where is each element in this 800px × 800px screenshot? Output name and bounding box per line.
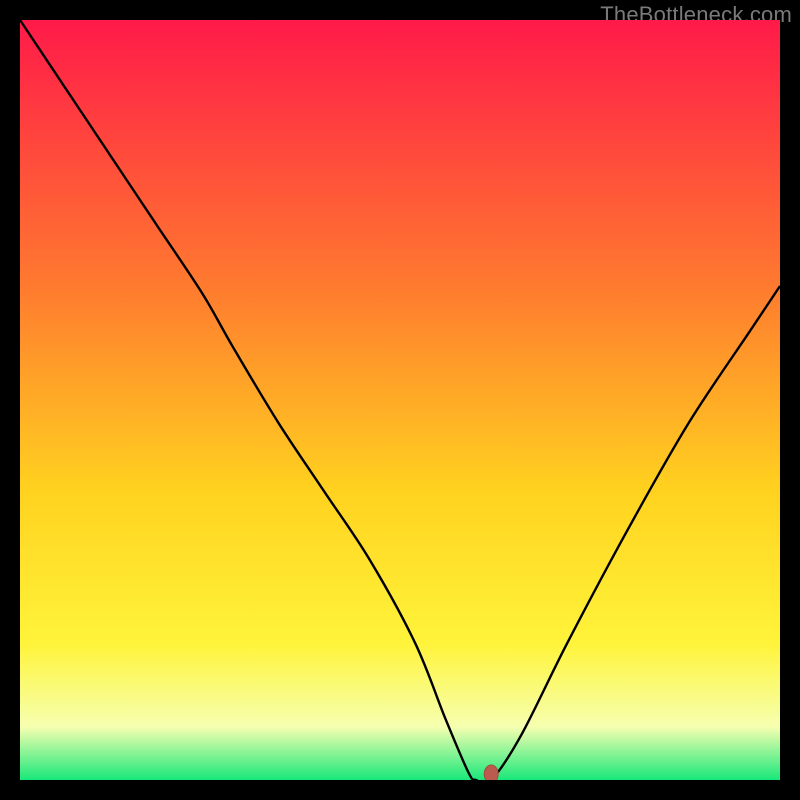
chart-frame: TheBottleneck.com [0,0,800,800]
bottleneck-curve-chart [20,20,780,780]
gradient-background [20,20,780,780]
optimal-point-marker [484,765,498,780]
plot-area [20,20,780,780]
